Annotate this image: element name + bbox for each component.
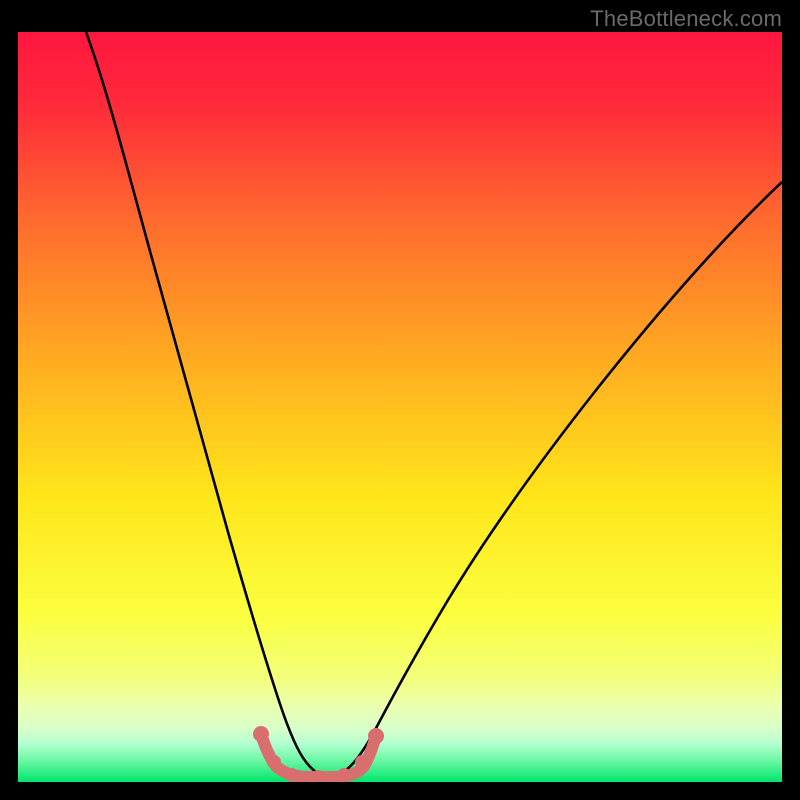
chart-frame: TheBottleneck.com: [0, 0, 800, 800]
plot-area: [18, 32, 782, 782]
watermark-text: TheBottleneck.com: [590, 6, 782, 32]
chart-svg: [18, 32, 782, 782]
gradient-bg: [18, 32, 782, 782]
